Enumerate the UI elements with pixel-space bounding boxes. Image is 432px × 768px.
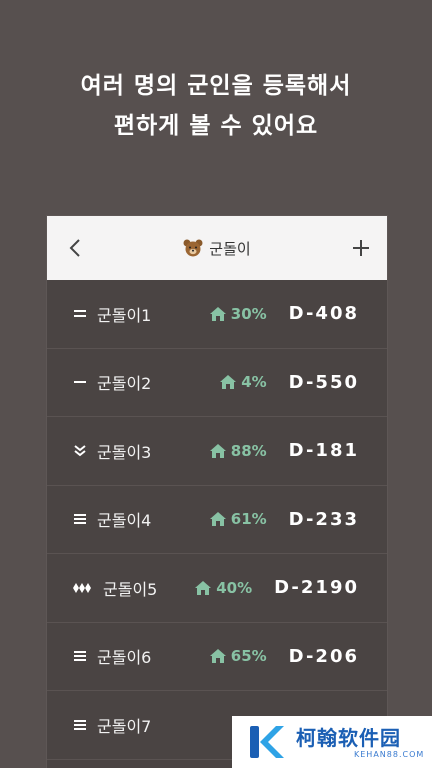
watermark-main: 柯翰软件园 bbox=[296, 725, 401, 750]
progress-percent: 4% bbox=[220, 373, 267, 392]
bear-face-icon bbox=[183, 239, 203, 257]
progress-percent: 40% bbox=[195, 579, 252, 597]
progress-percent-value: 88% bbox=[230, 441, 267, 460]
chevron-left-icon bbox=[69, 239, 80, 257]
d-day-count: D-181 bbox=[288, 440, 359, 462]
plus-icon bbox=[353, 240, 369, 256]
headline-line-2: 편하게 볼 수 있어요 bbox=[113, 113, 319, 139]
soldier-name: 군돌이3 bbox=[97, 442, 152, 462]
headline-line-1: 여러 명의 군인을 등록해서 bbox=[80, 73, 352, 99]
soldier-row[interactable]: 군돌이4 61% D-233 bbox=[47, 486, 387, 554]
phone-screen: 군돌이 군돌이1 30% D-408 군돌이2 4% D-550 군돌이3 88… bbox=[46, 215, 388, 768]
rank-chevron-icon bbox=[73, 444, 87, 458]
home-icon bbox=[209, 443, 226, 458]
soldier-name: 군돌이6 bbox=[97, 648, 152, 668]
soldier-name: 군돌이1 bbox=[97, 305, 152, 325]
soldier-name: 군돌이4 bbox=[97, 511, 152, 531]
app-title: 군돌이 bbox=[183, 238, 251, 259]
app-bar: 군돌이 bbox=[47, 216, 387, 280]
headline: 여러 명의 군인을 등록해서 편하게 볼 수 있어요 bbox=[0, 66, 432, 146]
watermark-logo: 柯翰软件园 KEHAN88.COM bbox=[232, 716, 432, 768]
soldier-name: 군돌이5 bbox=[103, 579, 158, 599]
soldier-list: 군돌이1 30% D-408 군돌이2 4% D-550 군돌이3 88% D-… bbox=[47, 280, 387, 760]
soldier-name: 군돌이2 bbox=[97, 374, 152, 394]
app-title-text: 군돌이 bbox=[209, 239, 251, 258]
rank-three-bars-icon bbox=[73, 718, 87, 732]
soldier-row[interactable]: 군돌이6 65% D-206 bbox=[47, 623, 387, 691]
d-day-count: D-206 bbox=[288, 645, 359, 667]
d-day-count: D-408 bbox=[288, 303, 359, 325]
add-soldier-button[interactable] bbox=[347, 234, 375, 262]
rank-two-bars-icon bbox=[73, 307, 87, 321]
home-icon bbox=[220, 375, 237, 390]
rank-three-bars-icon bbox=[73, 649, 87, 663]
rank-three-bars-icon bbox=[73, 512, 87, 526]
watermark-text: 柯翰软件园 KEHAN88.COM bbox=[296, 726, 424, 759]
home-icon bbox=[195, 580, 212, 595]
back-button[interactable] bbox=[61, 234, 89, 262]
progress-percent-value: 40% bbox=[216, 578, 253, 597]
d-day-count: D-233 bbox=[288, 508, 359, 530]
soldier-row[interactable]: 군돌이2 4% D-550 bbox=[47, 349, 387, 417]
rank-one-bar-icon bbox=[73, 375, 87, 389]
progress-percent-value: 30% bbox=[230, 304, 267, 323]
progress-percent-value: 65% bbox=[230, 647, 267, 666]
soldier-row[interactable]: 군돌이1 30% D-408 bbox=[47, 280, 387, 349]
home-icon bbox=[209, 306, 226, 321]
rank-diamonds-icon bbox=[73, 581, 91, 595]
home-icon bbox=[209, 512, 226, 527]
progress-percent: 88% bbox=[209, 441, 267, 460]
home-icon bbox=[209, 649, 226, 664]
d-day-count: D-550 bbox=[288, 371, 359, 393]
progress-percent-value: 4% bbox=[241, 373, 267, 392]
soldier-row[interactable]: 군돌이5 40% D-2190 bbox=[47, 554, 387, 623]
progress-percent: 61% bbox=[209, 510, 267, 529]
progress-percent: 65% bbox=[209, 647, 267, 666]
progress-percent: 30% bbox=[209, 304, 267, 323]
d-day-count: D-2190 bbox=[274, 577, 359, 599]
soldier-row[interactable]: 군돌이3 88% D-181 bbox=[47, 417, 387, 486]
watermark-sub: KEHAN88.COM bbox=[354, 749, 425, 759]
k-logo-icon bbox=[250, 726, 284, 758]
progress-percent-value: 61% bbox=[230, 510, 267, 529]
